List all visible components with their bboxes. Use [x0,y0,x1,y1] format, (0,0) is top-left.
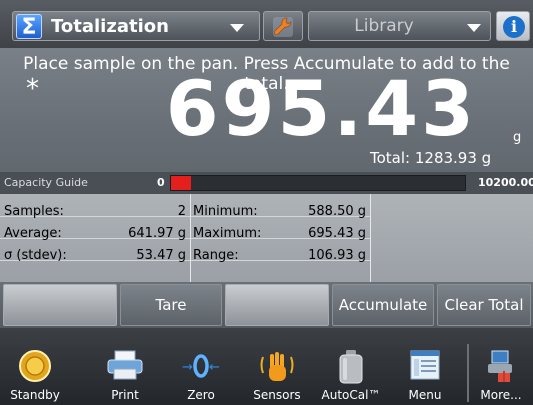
zero-icon: → ← [182,354,220,378]
more-button[interactable]: More... [471,328,531,405]
autocal-label: AutoCal™ [321,388,381,402]
zero-label: Zero [187,388,215,402]
autocal-button[interactable]: AutoCal™ [318,328,384,405]
calibration-weight-icon [339,350,363,384]
print-button[interactable]: Print [94,328,156,405]
stats-row: σ (stdev): 53.47 g Range: 106.93 g [0,244,370,266]
maximum-label: Maximum: [193,226,262,241]
standby-label: Standby [10,388,60,402]
library-selector[interactable]: Library [308,11,491,41]
menu-button[interactable]: Menu [392,328,458,405]
more-label: More... [480,388,522,402]
menu-label: Menu [408,388,442,402]
zero-button[interactable]: → ← Zero [170,328,232,405]
capacity-fill [171,176,191,190]
range-value: 106.93 g [308,248,366,263]
minimum-label: Minimum: [193,204,258,219]
settings-button[interactable] [263,11,303,41]
capacity-guide: Capacity Guide 0 10200.00 [0,172,533,194]
sensors-label: Sensors [253,388,301,402]
accumulate-button[interactable]: Accumulate [332,284,434,326]
library-label: Library [354,16,414,36]
stable-indicator: * [26,74,39,104]
samples-value: 2 [177,204,186,219]
action-bar: Tare Accumulate Clear Total [0,282,533,328]
stats-row: Samples: 2 Minimum: 588.50 g [0,200,370,222]
chevron-down-icon [467,24,481,32]
more-icon [488,350,512,382]
bottom-toolbar: Standby Print → ← Zero Sensors AutoCal™ … [0,328,533,405]
standby-icon [19,350,51,382]
wrench-icon [273,17,293,37]
hand-sensor-icon [260,352,294,381]
blank-button[interactable] [3,284,117,326]
weight-unit: g [513,130,522,145]
stdev-value: 53.47 g [136,248,186,263]
info-button[interactable]: i [496,11,530,41]
application-selector[interactable]: Σ Totalization [12,11,260,41]
capacity-track [170,175,466,191]
application-label: Totalization [51,16,169,37]
info-icon: i [503,16,525,38]
capacity-max: 10200.00 [478,176,533,189]
print-label: Print [111,388,139,402]
statistics-panel: Samples: 2 Minimum: 588.50 g Average: 64… [0,194,533,282]
divider [370,194,371,282]
tare-button[interactable]: Tare [120,284,222,326]
stdev-label: σ (stdev): [4,248,67,263]
average-label: Average: [4,226,62,241]
total-readout: Total: 1283.93 g [370,149,492,167]
chevron-down-icon [230,24,244,32]
sensors-button[interactable]: Sensors [244,328,310,405]
capacity-min: 0 [157,176,165,189]
top-bar: Σ Totalization Library i [0,0,533,48]
minimum-value: 588.50 g [308,204,366,219]
average-value: 641.97 g [128,226,186,241]
capacity-guide-label: Capacity Guide [4,176,88,189]
clear-total-button[interactable]: Clear Total [437,284,531,326]
sigma-icon: Σ [16,14,42,40]
weight-reading: 695.43 [165,64,477,153]
standby-button[interactable]: Standby [4,328,66,405]
stats-row: Average: 641.97 g Maximum: 695.43 g [0,222,370,244]
blank-button[interactable] [225,284,329,326]
weight-display: Place sample on the pan. Press Accumulat… [0,48,533,172]
menu-icon [410,350,440,380]
svg-text:←: ← [209,360,220,375]
maximum-value: 695.43 g [308,226,366,241]
printer-icon [107,350,143,380]
svg-text:→: → [182,360,193,375]
toolbar-divider [467,344,469,402]
range-label: Range: [193,248,239,263]
samples-label: Samples: [4,204,64,219]
